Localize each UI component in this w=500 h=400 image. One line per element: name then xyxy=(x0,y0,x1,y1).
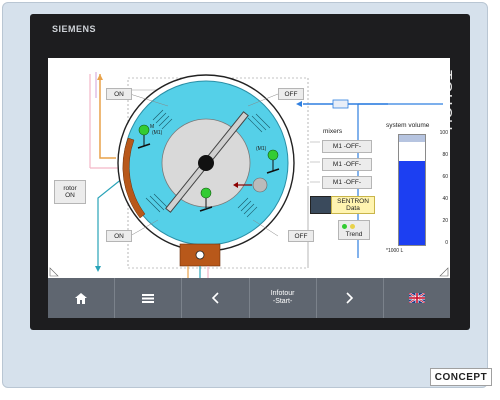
sentron-icon xyxy=(310,196,332,214)
system-volume-fill xyxy=(399,161,425,245)
system-volume-unit: *1000 L xyxy=(386,248,404,254)
home-button[interactable] xyxy=(48,278,116,318)
brand-label: SIEMENS xyxy=(52,24,97,34)
valve-top-left-button[interactable]: ON xyxy=(106,88,132,100)
rotor-hub xyxy=(198,155,214,171)
uk-flag-icon xyxy=(408,293,425,303)
valve-bottom-left-button[interactable]: ON xyxy=(106,230,132,242)
system-volume-empty xyxy=(399,135,425,142)
orange-pipe xyxy=(99,74,116,159)
chevron-left-icon xyxy=(212,292,219,304)
tick-label: 0 xyxy=(445,240,448,246)
mixers-title: mixers xyxy=(323,128,343,135)
system-volume-ticks: 100 80 60 40 20 0 xyxy=(428,130,450,248)
tick-label: 60 xyxy=(442,174,448,180)
concept-logo: CONCEPT xyxy=(430,368,492,386)
tick-label: 40 xyxy=(442,196,448,202)
valve-bottom-right-button[interactable]: OFF xyxy=(288,230,314,242)
mixer-status-button[interactable]: M1 -OFF- xyxy=(322,158,372,171)
motor-tag: (M1) xyxy=(152,130,163,136)
mixer-status-button[interactable]: M1 -OFF- xyxy=(322,140,372,153)
trend-label: Trend xyxy=(345,231,363,238)
trend-green-light-icon xyxy=(342,224,347,229)
trend-yellow-light-icon xyxy=(350,224,355,229)
chevron-right-icon xyxy=(346,292,353,304)
tick-label: 20 xyxy=(442,218,448,224)
navigation-bar: Infotour -Start- xyxy=(48,278,450,318)
back-button[interactable] xyxy=(182,278,250,318)
tick-label: 80 xyxy=(442,152,448,158)
system-volume-title: system volume xyxy=(386,122,430,129)
process-diagram: ON OFF ON OFF rotor ON M (M1) (M1) mixer… xyxy=(48,58,450,278)
forward-button[interactable] xyxy=(317,278,384,318)
list-button[interactable] xyxy=(115,278,183,318)
system-volume-gauge xyxy=(398,134,426,246)
water-valve-icon xyxy=(332,99,349,109)
sentron-data-button[interactable]: SENTRON Data xyxy=(331,196,375,214)
hmi-screen: ON OFF ON OFF rotor ON M (M1) (M1) mixer… xyxy=(48,58,450,318)
tick-label: 100 xyxy=(439,130,448,136)
rotor-status-button[interactable]: rotor ON xyxy=(54,180,86,204)
home-icon xyxy=(75,292,88,304)
mixer-status-button[interactable]: M1 -OFF- xyxy=(322,176,372,189)
sensor-icon xyxy=(252,177,268,193)
trend-button[interactable]: Trend xyxy=(338,220,370,240)
teal-pipe xyxy=(97,177,124,268)
infotour-label: Infotour -Start- xyxy=(270,290,295,305)
language-button[interactable] xyxy=(384,278,450,318)
list-icon xyxy=(142,293,155,303)
infotour-button[interactable]: Infotour -Start- xyxy=(250,278,317,318)
valve-top-right-button[interactable]: OFF xyxy=(278,88,304,100)
motor-tag: (M1) xyxy=(256,146,267,152)
